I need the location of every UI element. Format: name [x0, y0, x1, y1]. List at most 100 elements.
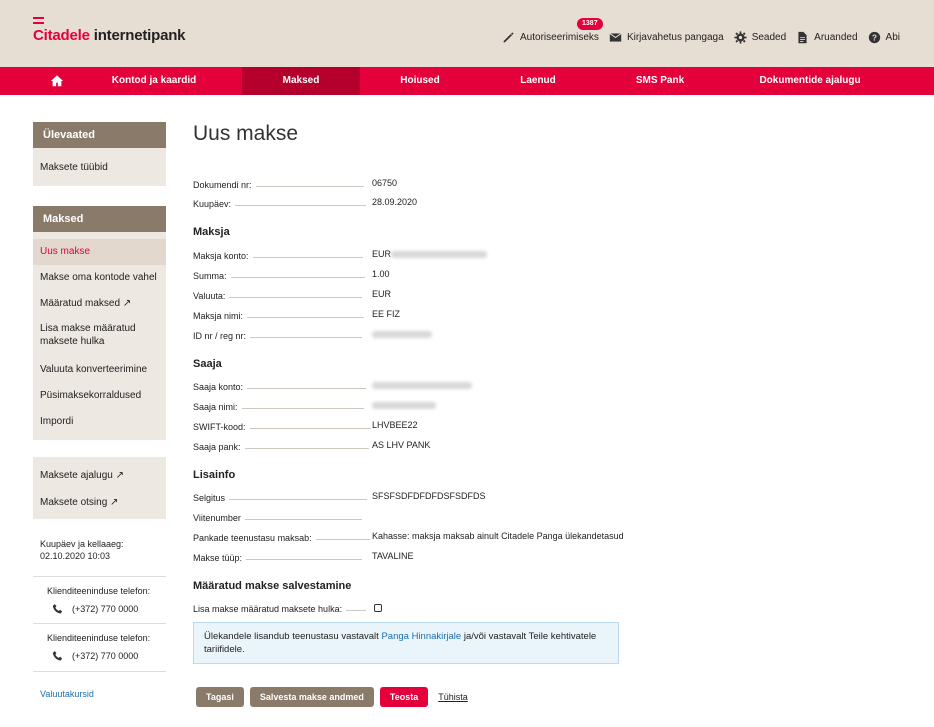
extra-info-section-title: Lisainfo — [193, 469, 236, 481]
payment-type-label: Makse tüüp: — [193, 553, 243, 563]
pencil-icon — [503, 32, 514, 43]
sidebar-item-new-payment[interactable]: Uus makse — [33, 239, 166, 265]
sidebar-item-currency-conversion[interactable]: Valuuta konverteerimine — [33, 357, 166, 383]
amount-label: Summa: — [193, 271, 227, 281]
document-icon — [798, 31, 807, 44]
sidebar: Ülevaated Maksete tüübid Maksed Uus maks… — [33, 122, 166, 699]
main-navigation: Kontod ja kaardid Maksed Hoiused Laenud … — [0, 67, 934, 95]
currency-value: EUR — [372, 289, 392, 299]
fee-label: Pankade teenustasu maksab: — [193, 533, 312, 543]
date-value: 28.09.2020 — [372, 197, 418, 207]
recipient-account-row: Saaja konto: — [193, 378, 633, 392]
save-payment-button[interactable]: Salvesta makse andmed — [249, 687, 374, 707]
fee-notice: Ülekandele lisandub teenustasu vastavalt… — [193, 622, 619, 664]
support-phone-1[interactable]: (+372) 770 0000 — [72, 604, 138, 614]
sidebar-payments-head[interactable]: Maksed — [33, 206, 166, 232]
swift-value: LHVBEE22 — [372, 420, 418, 430]
sidebar-item-import[interactable]: Impordi — [33, 409, 166, 435]
doc-number-row: Dokumendi nr: 06750 — [193, 176, 633, 190]
help-icon: ? — [868, 31, 880, 44]
nav-accounts-cards[interactable]: Kontod ja kaardid — [94, 67, 214, 95]
back-button[interactable]: Tagasi — [196, 687, 244, 707]
payment-type-value: TAVALINE — [372, 551, 414, 561]
logo[interactable]: Citadele internetipank — [33, 17, 186, 44]
id-redacted — [372, 331, 432, 339]
save-scheduled-row: Lisa makse määratud maksete hulka: — [193, 600, 633, 614]
cancel-link[interactable]: Tühista — [438, 692, 468, 702]
settings-link[interactable]: Seaded — [734, 31, 786, 44]
bank-row: Saaja pank: AS LHV PANK — [193, 438, 633, 452]
authorize-link[interactable]: Autoriseerimiseks 1387 — [502, 18, 603, 44]
sidebar-item-payment-search[interactable]: Maksete otsing ↗ — [33, 489, 166, 516]
nav-deposits[interactable]: Hoiused — [370, 67, 470, 95]
sidebar-payments-box: Uus makse Makse oma kontode vahel Määrat… — [33, 232, 166, 440]
bank-value: AS LHV PANK — [372, 440, 431, 450]
envelope-icon — [609, 33, 622, 42]
recipient-account-label: Saaja konto: — [193, 382, 244, 392]
currency-label: Valuuta: — [193, 291, 226, 301]
save-scheduled-section-title: Määratud makse salvestamine — [193, 580, 352, 592]
price-list-link[interactable]: Panga Hinnakirjale — [381, 631, 461, 642]
header: Citadele internetipank Autoriseerimiseks… — [0, 0, 934, 67]
sidebar-datetime: Kuupäev ja kellaaeg: 02.10.2020 10:03 — [33, 519, 166, 561]
payer-account-currency: EUR — [372, 249, 392, 259]
payer-name-label: Maksja nimi: — [193, 311, 244, 321]
nav-document-history[interactable]: Dokumentide ajalugu — [740, 67, 880, 95]
doc-number-label: Dokumendi nr: — [193, 180, 252, 190]
authorize-count-badge: 1387 — [577, 18, 603, 30]
notice-text-before: Ülekandele lisandub teenustasu vastavalt — [204, 631, 382, 642]
payer-name-value: EE FIZ — [372, 309, 401, 319]
payer-account-redacted — [391, 251, 488, 259]
recipient-section-title: Saaja — [193, 358, 222, 370]
messages-link[interactable]: Kirjavahetus pangaga — [609, 31, 724, 44]
recipient-name-label: Saaja nimi: — [193, 402, 238, 412]
reports-label: Aruanded — [814, 32, 858, 43]
sidebar-item-scheduled[interactable]: Määratud maksed ↗ — [33, 291, 166, 317]
reports-link[interactable]: Aruanded — [796, 31, 858, 44]
amount-row: Summa: 1.00 — [193, 267, 633, 281]
fee-row: Pankade teenustasu maksab: Kahasse: maks… — [193, 529, 633, 543]
support-phone-block-2: Klienditeeninduse telefon: (+372) 770 00… — [33, 624, 166, 671]
nav-payments[interactable]: Maksed — [242, 67, 360, 95]
sidebar-item-add-scheduled[interactable]: Lisa makse määratud maksete hulka — [33, 317, 166, 357]
nav-sms-bank[interactable]: SMS Pank — [610, 67, 710, 95]
page-title: Uus makse — [193, 122, 299, 145]
save-scheduled-checkbox[interactable] — [374, 604, 382, 612]
support-phone-label-2: Klienditeeninduse telefon: — [47, 633, 151, 643]
settings-label: Seaded — [751, 32, 787, 43]
help-label: Abi — [885, 32, 900, 43]
logo-product: internetipank — [89, 27, 186, 44]
datetime-label: Kuupäev ja kellaaeg: — [40, 539, 124, 549]
sidebar-item-own-accounts[interactable]: Makse oma kontode vahel — [33, 265, 166, 291]
doc-number-value: 06750 — [372, 178, 398, 188]
reference-row: Viitenumber — [193, 509, 633, 523]
svg-text:?: ? — [872, 34, 877, 43]
currency-rates-link[interactable]: Valuutakursid — [33, 672, 166, 699]
action-buttons: Tagasi Salvesta makse andmed Teosta Tühi… — [196, 687, 468, 707]
date-row: Kuupäev: 28.09.2020 — [193, 195, 633, 209]
explanation-row: Selgitus SFSFSDFDFDFDSFSDFDS — [193, 489, 633, 503]
home-icon[interactable] — [50, 74, 64, 88]
explanation-label: Selgitus — [193, 493, 226, 503]
recipient-account-redacted — [372, 382, 472, 390]
support-phone-2[interactable]: (+372) 770 0000 — [72, 651, 138, 661]
payer-account-label: Maksja konto: — [193, 251, 249, 261]
sidebar-overview-head[interactable]: Ülevaated — [33, 122, 166, 148]
authorize-label: Autoriseerimiseks — [520, 32, 599, 43]
sidebar-item-payment-types[interactable]: Maksete tüübid — [33, 162, 166, 173]
support-phone-label-1: Klienditeeninduse telefon: — [47, 586, 151, 596]
sidebar-item-standing-orders[interactable]: Püsimaksekorraldused — [33, 383, 166, 409]
logo-brand: Citadele — [33, 27, 90, 44]
execute-button[interactable]: Teosta — [379, 687, 429, 707]
explanation-value: SFSFSDFDFDFDSFSDFDS — [372, 491, 486, 501]
date-label: Kuupäev: — [193, 199, 232, 209]
id-label: ID nr / reg nr: — [193, 331, 247, 341]
phone-icon — [52, 651, 63, 661]
help-link[interactable]: ? Abi — [868, 31, 900, 44]
swift-row: SWIFT-kood: LHVBEE22 — [193, 418, 633, 432]
payment-type-row: Makse tüüp: TAVALINE — [193, 549, 633, 563]
sidebar-item-payment-history[interactable]: Maksete ajalugu ↗ — [33, 462, 166, 489]
nav-loans[interactable]: Laenud — [488, 67, 588, 95]
currency-row: Valuuta: EUR — [193, 287, 633, 301]
id-row: ID nr / reg nr: — [193, 327, 633, 341]
